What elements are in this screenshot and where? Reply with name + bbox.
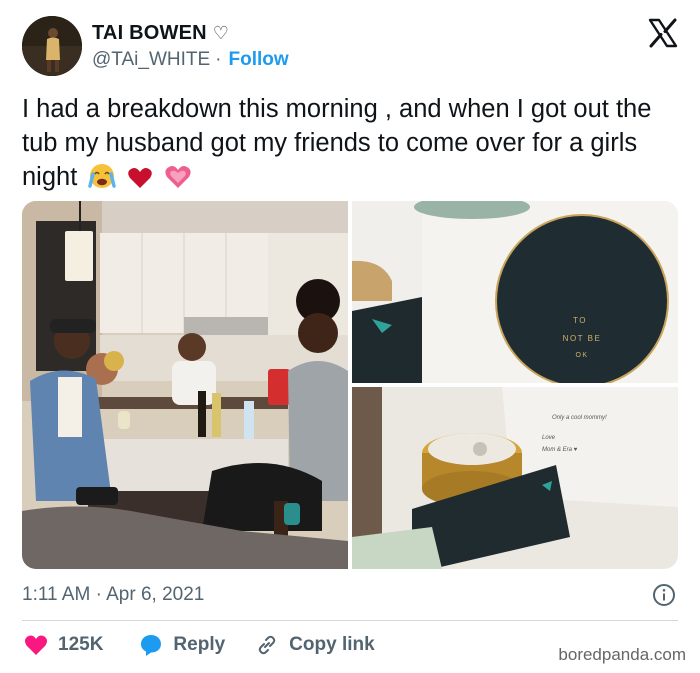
card-text-line-3: OK [575,352,588,359]
red-heart-emoji [127,165,153,199]
note-line-3: Mom & Era ♥ [542,447,578,453]
tweet-media[interactable]: TO NOT BE OK Only a cool mommy! Love Mom… [22,201,678,569]
tweet-text: I had a breakdown this morning , and whe… [22,95,652,191]
heart-outline-icon: ♡ [212,23,229,43]
link-icon [258,635,276,655]
avatar[interactable] [22,16,82,76]
media-photo-kitchen[interactable] [22,201,348,569]
reply-button[interactable]: Reply [139,633,225,657]
note-line-2: Love [542,435,556,441]
card-text-line-2: NOT BE [563,334,602,343]
note-line-1: Only a cool mommy! [552,415,607,421]
author-handle[interactable]: @TAi_WHITE [92,49,210,71]
reply-label: Reply [173,634,226,655]
tweet-timestamp[interactable]: 1:11 AM · Apr 6, 2021 [22,584,204,606]
author-name[interactable]: TAI BOWEN [92,22,207,45]
divider [22,620,678,621]
author-name-row: TAI BOWEN ♡ [92,22,229,45]
like-button[interactable]: 125K [24,634,103,656]
media-photo-card[interactable]: TO NOT BE OK [352,201,678,383]
heart-icon [24,635,48,655]
like-count: 125K [58,634,104,655]
media-photo-candle[interactable]: Only a cool mommy! Love Mom & Era ♥ [352,387,678,569]
follow-button[interactable]: Follow [228,49,288,71]
crying-face-emoji [87,162,117,199]
tweet-text-block: I had a breakdown this morning , and whe… [22,92,672,199]
info-icon[interactable] [652,583,676,607]
author-handle-row: @TAi_WHITE · Follow [92,49,289,71]
tweet-actions: 125K Reply Copy link [24,633,375,657]
card-text-line-1: TO [573,316,587,325]
avatar-image [22,16,82,76]
x-logo-icon[interactable] [648,18,678,48]
copy-link-button[interactable]: Copy link [255,633,375,657]
watermark: boredpanda.com [558,645,686,664]
separator-dot: · [215,49,222,70]
copy-link-label: Copy link [289,634,375,655]
reply-bubble-icon [141,635,162,656]
sparkling-heart-emoji [164,164,192,199]
